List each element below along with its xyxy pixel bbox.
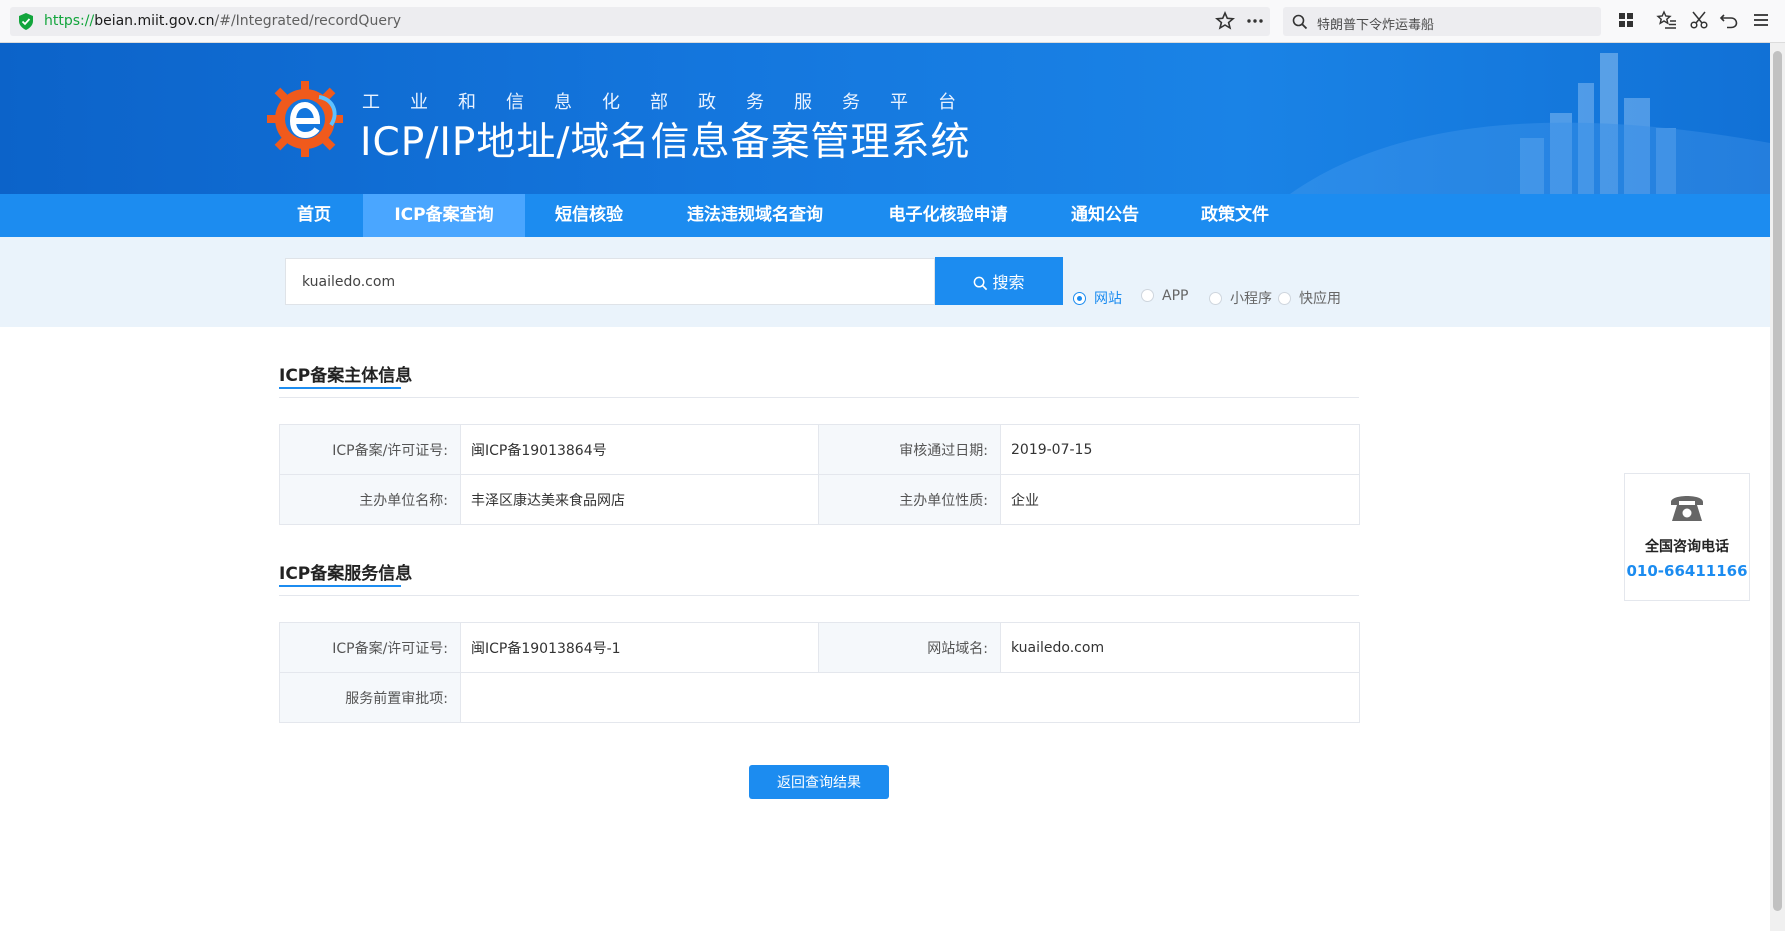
radio-dot (1278, 292, 1291, 305)
undo-icon[interactable] (1718, 9, 1740, 31)
service-info-table: ICP备案/许可证号: 闽ICP备19013864号-1 网站域名: kuail… (279, 622, 1360, 723)
hotline-label: 全国咨询电话 (1645, 539, 1729, 555)
url-path: /#/Integrated/recordQuery (214, 13, 401, 29)
site-banner: 工业和信息化部政务服务平台 ICP/IP地址/域名信息备案管理系统 (0, 43, 1770, 194)
license-no-label: ICP备案/许可证号: (279, 424, 461, 475)
service-info-title: ICP备案服务信息 (279, 564, 413, 584)
subject-info-table: ICP备案/许可证号: 闽ICP备19013864号 审核通过日期: 2019-… (279, 424, 1360, 525)
website-domain-value: kuailedo.com (1000, 622, 1360, 673)
radio-app-label: APP (1162, 288, 1189, 304)
radio-mini-program[interactable]: 小程序 (1209, 288, 1272, 307)
subject-info-divider (279, 397, 1359, 398)
menu-icon[interactable] (1750, 9, 1772, 31)
nav-sms-verify[interactable]: 短信核验 (542, 194, 636, 237)
nav-icp-query[interactable]: ICP备案查询 (363, 194, 525, 237)
subject-info-underline (279, 387, 401, 389)
bookmark-star-icon[interactable] (1214, 10, 1236, 32)
table-row: 主办单位名称: 丰泽区康达美来食品网店 主办单位性质: 企业 (279, 474, 1360, 525)
domain-search-input[interactable] (285, 258, 935, 305)
radio-website-label: 网站 (1094, 291, 1122, 307)
more-actions-icon[interactable] (1244, 10, 1266, 32)
service-license-no-label: ICP备案/许可证号: (279, 622, 461, 673)
radio-app[interactable]: APP (1141, 288, 1188, 306)
page-scrollbar[interactable] (1770, 43, 1785, 931)
radio-dot (1209, 292, 1222, 305)
main-nav: 首页 ICP备案查询 短信核验 违法违规域名查询 电子化核验申请 通知公告 政策… (0, 194, 1770, 237)
telephone-icon (1671, 496, 1703, 521)
browser-search-box[interactable]: 特朗普下令炸运毒船 (1283, 7, 1601, 36)
sponsor-type-label: 主办单位性质: (818, 474, 1001, 525)
service-info-underline (279, 585, 401, 587)
license-no-value: 闽ICP备19013864号 (460, 424, 819, 475)
radio-dot (1141, 289, 1154, 302)
subject-info-title: ICP备案主体信息 (279, 366, 413, 386)
url-scheme: https:// (44, 13, 95, 29)
sponsor-name-label: 主办单位名称: (279, 474, 461, 525)
miit-logo-icon (267, 81, 343, 157)
search-icon (974, 276, 988, 291)
address-bar[interactable]: https://beian.miit.gov.cn/#/Integrated/r… (10, 7, 1270, 36)
nav-policy-docs[interactable]: 政策文件 (1188, 194, 1282, 237)
system-title: ICP/IP地址/域名信息备案管理系统 (360, 120, 971, 165)
approval-date-label: 审核通过日期: (818, 424, 1001, 475)
city-skyline-decoration (1290, 53, 1770, 194)
radio-website[interactable]: 网站 (1073, 288, 1122, 307)
nav-notices[interactable]: 通知公告 (1058, 194, 1152, 237)
radio-quick-app[interactable]: 快应用 (1278, 288, 1341, 307)
sponsor-name-value: 丰泽区康达美来食品网店 (460, 474, 819, 525)
radio-mini-program-label: 小程序 (1230, 291, 1272, 307)
sponsor-type-value: 企业 (1000, 474, 1360, 525)
radio-quick-app-label: 快应用 (1299, 291, 1341, 307)
browser-toolbar: https://beian.miit.gov.cn/#/Integrated/r… (0, 0, 1785, 43)
browser-search-text: 特朗普下令炸运毒船 (1317, 18, 1435, 33)
url-text: https://beian.miit.gov.cn/#/Integrated/r… (44, 13, 401, 29)
favorites-list-icon[interactable] (1656, 9, 1678, 31)
scrollbar-thumb[interactable] (1773, 51, 1782, 911)
search-button[interactable]: 搜索 (935, 257, 1063, 305)
website-domain-label: 网站域名: (818, 622, 1001, 673)
hotline-phone: 010-66411166 (1626, 562, 1748, 580)
apps-grid-icon[interactable] (1615, 9, 1637, 31)
hotline-widget[interactable]: 全国咨询电话 010-66411166 (1624, 473, 1750, 601)
nav-illegal-domain-query[interactable]: 违法违规域名查询 (676, 194, 834, 237)
service-info-divider (279, 595, 1359, 596)
back-to-results-button[interactable]: 返回查询结果 (749, 765, 889, 799)
shield-icon (19, 13, 33, 30)
table-row: ICP备案/许可证号: 闽ICP备19013864号 审核通过日期: 2019-… (279, 424, 1360, 475)
nav-home[interactable]: 首页 (278, 194, 350, 237)
search-button-label: 搜索 (992, 273, 1025, 292)
pre-approval-value (460, 672, 1360, 723)
url-host: beian.miit.gov.cn (94, 13, 215, 29)
search-icon (1292, 14, 1308, 30)
approval-date-value: 2019-07-15 (1000, 424, 1360, 475)
search-area: 搜索 网站 APP 小程序 快应用 (0, 237, 1770, 327)
service-license-no-value: 闽ICP备19013864号-1 (460, 622, 819, 673)
table-row: 服务前置审批项: (279, 672, 1360, 723)
pre-approval-label: 服务前置审批项: (279, 672, 461, 723)
radio-dot (1073, 292, 1086, 305)
nav-e-verify-apply[interactable]: 电子化核验申请 (876, 194, 1020, 237)
table-row: ICP备案/许可证号: 闽ICP备19013864号-1 网站域名: kuail… (279, 622, 1360, 673)
scissors-icon[interactable] (1688, 9, 1710, 31)
